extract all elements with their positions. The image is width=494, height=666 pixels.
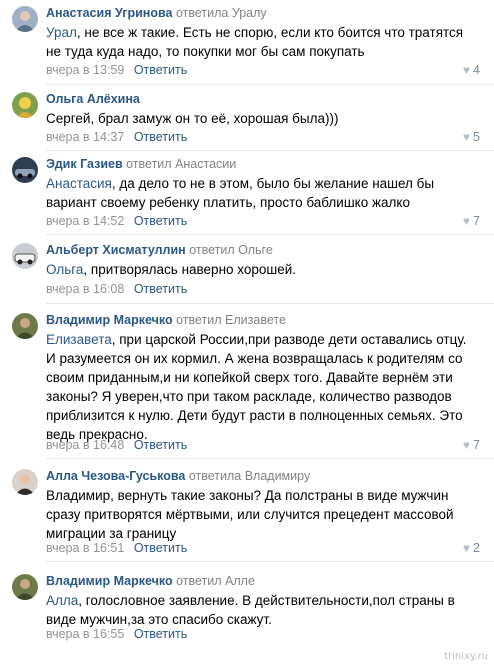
timestamp[interactable]: вчера в 13:59 (46, 63, 124, 77)
comment-footer: вчера в 16:51 Ответить (46, 541, 187, 555)
reply-button[interactable]: Ответить (134, 214, 187, 228)
comment-header: Ольга Алёхина (46, 92, 140, 106)
avatar[interactable] (12, 313, 38, 339)
replied-label: ответила (175, 6, 229, 20)
timestamp[interactable]: вчера в 16:48 (46, 438, 124, 452)
addressee-link[interactable]: Алла (46, 593, 78, 608)
comment-footer: вчера в 13:59 Ответить (46, 63, 187, 77)
addressee-link[interactable]: Елизавета (46, 332, 112, 347)
comment-text: Ольга, притворялась наверно хорошей. (46, 260, 471, 279)
avatar[interactable] (12, 243, 38, 269)
comment-footer: вчера в 14:52 Ответить (46, 214, 187, 228)
heart-icon: ♥ (462, 541, 471, 555)
author-name[interactable]: Эдик Газиев (46, 157, 123, 171)
heart-icon: ♥ (462, 130, 471, 144)
heart-icon: ♥ (462, 438, 471, 452)
comment-header: Альберт Хисматуллин ответил Ольге (46, 243, 273, 257)
comment-header: Анастасия Угринова ответила Уралу (46, 6, 267, 20)
author-name[interactable]: Альберт Хисматуллин (46, 243, 186, 257)
avatar[interactable] (12, 157, 38, 183)
avatar[interactable] (12, 92, 38, 118)
comment-body: , голословное заявление. В действительно… (46, 593, 455, 627)
author-name[interactable]: Ольга Алёхина (46, 92, 140, 106)
comment-text: Владимир, вернуть такие законы? Да полст… (46, 486, 471, 543)
comment-body: Сергей, брал замуж он то её, хорошая был… (46, 111, 339, 126)
avatar[interactable] (12, 6, 38, 32)
comment-body: , притворялась наверно хорошей. (83, 262, 297, 277)
heart-icon: ♥ (462, 63, 471, 77)
like-button[interactable]: ♥ 5 (463, 130, 480, 144)
reply-button[interactable]: Ответить (134, 438, 187, 452)
comment-header: Владимир Маркечко ответил Алле (46, 574, 255, 588)
reply-button[interactable]: Ответить (134, 282, 187, 296)
comment-text: Елизавета, при царской России,при развод… (46, 330, 471, 444)
comment-text: Алла, голословное заявление. В действите… (46, 591, 471, 629)
comment-body: , при царской России,при разводе дети ос… (46, 332, 467, 442)
like-button[interactable]: ♥ 2 (463, 541, 480, 555)
like-count: 2 (473, 541, 480, 555)
comment-footer: вчера в 16:55 Ответить (46, 627, 187, 641)
separator (46, 84, 494, 85)
timestamp[interactable]: вчера в 14:37 (46, 130, 124, 144)
addressee-link[interactable]: Урал (46, 25, 77, 40)
avatar[interactable] (12, 469, 38, 495)
separator (46, 234, 494, 235)
addressee-link[interactable]: Ольга (46, 262, 83, 277)
reply-button[interactable]: Ответить (134, 130, 187, 144)
timestamp[interactable]: вчера в 16:51 (46, 541, 124, 555)
comment-footer: вчера в 14:37 Ответить (46, 130, 187, 144)
replied-label: ответил (126, 157, 172, 171)
replied-label: ответил (176, 313, 222, 327)
replied-label: ответила (188, 469, 242, 483)
timestamp[interactable]: вчера в 16:08 (46, 282, 124, 296)
comment-footer: вчера в 16:08 Ответить (46, 282, 187, 296)
author-name[interactable]: Алла Чезова-Гуськова (46, 469, 185, 483)
timestamp[interactable]: вчера в 14:52 (46, 214, 124, 228)
avatar[interactable] (12, 574, 38, 600)
separator (46, 458, 494, 459)
comment-body: Владимир, вернуть такие законы? Да полст… (46, 488, 454, 541)
heart-icon: ♥ (462, 214, 471, 228)
reply-button[interactable]: Ответить (134, 627, 187, 641)
author-name[interactable]: Владимир Маркечко (46, 313, 173, 327)
like-button[interactable]: ♥ 7 (463, 438, 480, 452)
comment-body: , не все ж такие. Есть не спорю, если кт… (46, 25, 464, 59)
like-count: 7 (473, 438, 480, 452)
replied-label: ответил (176, 574, 222, 588)
separator (46, 561, 494, 562)
reply-to-link[interactable]: Алле (225, 574, 255, 588)
comment-footer: вчера в 16:48 Ответить (46, 438, 187, 452)
separator (46, 150, 494, 151)
comment-text: Анастасия, да дело то не в этом, было бы… (46, 174, 471, 212)
author-name[interactable]: Анастасия Угринова (46, 6, 172, 20)
like-count: 7 (473, 214, 480, 228)
author-name[interactable]: Владимир Маркечко (46, 574, 173, 588)
like-button[interactable]: ♥ 7 (463, 214, 480, 228)
comment-text: Сергей, брал замуж он то её, хорошая был… (46, 109, 471, 128)
reply-button[interactable]: Ответить (134, 63, 187, 77)
reply-to-link[interactable]: Елизавете (225, 313, 286, 327)
like-count: 4 (473, 63, 480, 77)
replied-label: ответил (189, 243, 235, 257)
addressee-link[interactable]: Анастасия (46, 176, 112, 191)
comment-text: Урал, не все ж такие. Есть не спорю, есл… (46, 23, 471, 61)
comment-header: Владимир Маркечко ответил Елизавете (46, 313, 286, 327)
reply-button[interactable]: Ответить (134, 541, 187, 555)
watermark: trinixy.ru (444, 651, 488, 662)
comment-header: Эдик Газиев ответил Анастасии (46, 157, 236, 171)
timestamp[interactable]: вчера в 16:55 (46, 627, 124, 641)
reply-to-link[interactable]: Уралу (232, 6, 267, 20)
reply-to-link[interactable]: Ольге (238, 243, 273, 257)
like-count: 5 (473, 130, 480, 144)
separator (46, 303, 494, 304)
like-button[interactable]: ♥ 4 (463, 63, 480, 77)
comment-header: Алла Чезова-Гуськова ответила Владимиру (46, 469, 310, 483)
reply-to-link[interactable]: Владимиру (245, 469, 311, 483)
reply-to-link[interactable]: Анастасии (175, 157, 236, 171)
